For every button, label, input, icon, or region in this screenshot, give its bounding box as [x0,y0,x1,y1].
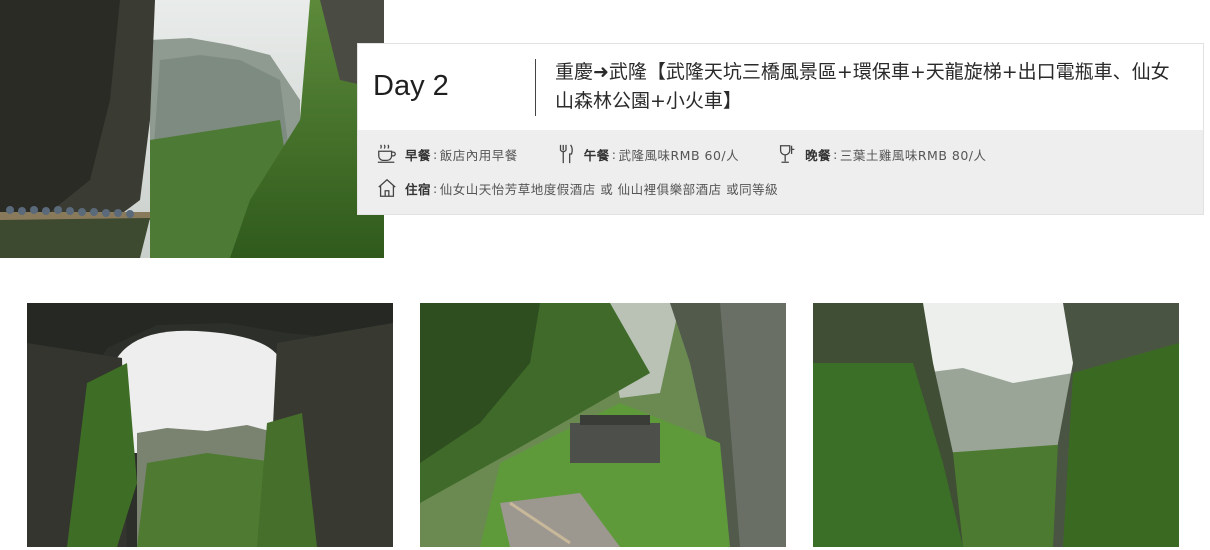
day-divider [535,59,536,116]
day-label: Day 2 [373,70,449,102]
meal-label: 晚餐 [805,147,832,163]
day-info-panel: 早餐 : 飯店內用早餐 午餐 : 武隆風味RMB 60/人 晚餐: 三葉土雞風… [358,130,1203,214]
separator: : [433,180,438,196]
day-card: Day 2 重慶➜武隆【武隆天坑三橋風景區+環保車+天龍旋梯+出口電瓶車、仙女山… [357,43,1204,215]
meal-lunch: 午餐 : 武隆風味RMB 60/人 [554,143,739,165]
separator: : [833,146,838,162]
separator: : [611,146,617,162]
meal-label: 午餐 [583,147,610,163]
gallery-photo-valley[interactable] [420,303,786,547]
meal-value: 飯店內用早餐 [439,147,518,163]
gallery-photo-gorge[interactable] [813,303,1179,547]
stay-value: 仙女山天怡芳草地度假酒店 或 仙山裡俱樂部酒店 或同等級 [439,181,779,197]
meal-breakfast: 早餐 : 飯店內用早餐 [375,143,518,165]
wine-glass-icon [775,143,799,165]
meal-value: 武隆風味RMB 60/人 [618,147,740,163]
gallery-photo-arch[interactable] [27,303,393,547]
stay-label: 住宿 [405,181,432,197]
day-header: Day 2 重慶➜武隆【武隆天坑三橋風景區+環保車+天龍旋梯+出口電瓶車、仙女山… [358,44,1203,130]
stay-row: 住宿 : 仙女山天怡芳草地度假酒店 或 仙山裡俱樂部酒店 或同等級 [375,176,778,200]
meal-dinner: 晚餐 : 三葉土雞風味RMB 80/人 [775,143,986,165]
fork-knife-icon [554,143,578,165]
meal-label: 早餐 [405,147,432,163]
meal-value: 三葉土雞風味RMB 80/人 [839,147,987,163]
meals-row: 早餐 : 飯店內用早餐 午餐 : 武隆風味RMB 60/人 晚餐: 三葉土雞風… [375,142,987,166]
hero-photo [0,0,384,258]
separator: : [433,146,438,162]
route-title: 重慶➜武隆【武隆天坑三橋風景區+環保車+天龍旋梯+出口電瓶車、仙女山森林公園+小… [555,61,1170,112]
house-icon [375,177,399,199]
coffee-cup-icon [375,143,399,165]
